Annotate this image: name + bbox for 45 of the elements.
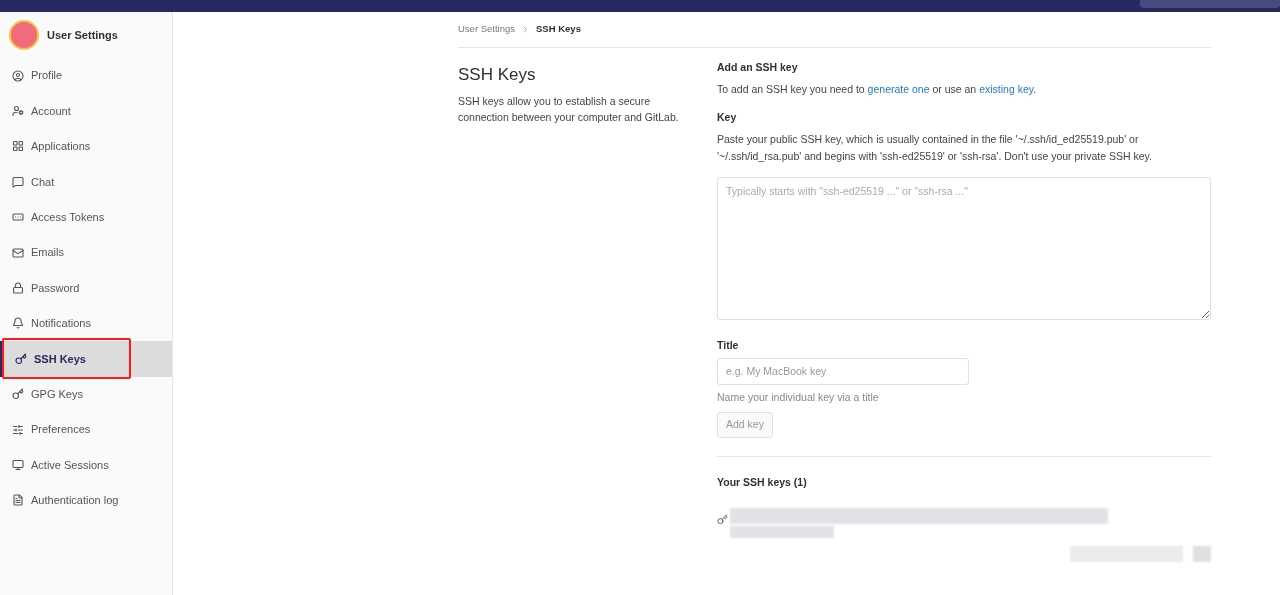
sidebar-title: User Settings [47, 27, 118, 43]
breadcrumb-link[interactable]: User Settings [458, 22, 516, 37]
sidebar-item[interactable]: Profile [0, 58, 172, 94]
monitor-icon [12, 459, 24, 471]
text-link[interactable]: generate one [867, 83, 930, 95]
sidebar-item[interactable]: GPG Keys [0, 376, 172, 412]
mail-icon [12, 246, 24, 259]
key-icon [717, 513, 728, 525]
title-help-text: Name your individual key via a title [717, 389, 880, 404]
sidebar-item[interactable]: Access Tokens [0, 199, 172, 235]
document-icon [12, 494, 24, 507]
section-heading: Your SSH keys (1) [717, 474, 808, 490]
sidebar-item[interactable]: Account [0, 93, 172, 129]
field-label: Key [717, 110, 738, 125]
field-label: Title [717, 337, 740, 353]
user-gear-icon [12, 105, 24, 118]
breadcrumb-link[interactable]: SSH Keys [536, 22, 581, 37]
key-icon [12, 388, 24, 401]
chat-bubble-icon [12, 175, 24, 188]
sidebar-item[interactable]: Chat [0, 164, 172, 200]
sliders-icon [12, 423, 24, 436]
lock-icon [12, 282, 24, 295]
avatar [9, 20, 39, 50]
key-field[interactable]: Typically starts with "ssh-ed25519 ..." or "ssh-rsa ..." [717, 177, 1211, 320]
page-title: SSH Keys [458, 64, 537, 86]
sidebar-item[interactable]: Notifications [0, 305, 172, 342]
title-field[interactable]: e.g. My MacBook key [717, 357, 969, 385]
grid-icon [12, 140, 24, 153]
token-icon [12, 211, 24, 224]
sidebar-item[interactable]: Preferences [0, 411, 172, 448]
search-field[interactable] [1140, 0, 1280, 8]
redacted-text [1193, 545, 1211, 562]
page-description: SSH keys allow you to establish a secure connection between your computer and GitLab. [458, 93, 680, 125]
section-heading: Add an SSH key [717, 60, 799, 75]
user-circle-icon [12, 69, 24, 82]
key-icon [15, 352, 27, 365]
sidebar-item[interactable]: SSH Keys [0, 341, 172, 377]
key-help-text: Paste your public SSH key, which is usually contained in the file '~/.ssh/id_ed25519.pub' or '~/.ssh/id_rsa.pub' and begins with 'ssh-ed25519' or 'ssh-rsa'. Don't use your private SSH key. [717, 132, 1153, 164]
instruction-text: To add an SSH key you need to generate one or use an existing key. [717, 82, 1038, 97]
sidebar-item[interactable]: Active Sessions [0, 447, 172, 483]
sidebar-item[interactable]: Authentication log [0, 482, 172, 519]
sidebar-item[interactable]: Emails [0, 234, 172, 271]
bell-icon [12, 317, 24, 330]
sidebar-item[interactable]: Password [0, 270, 172, 306]
sidebar-item[interactable]: Applications [0, 128, 172, 165]
